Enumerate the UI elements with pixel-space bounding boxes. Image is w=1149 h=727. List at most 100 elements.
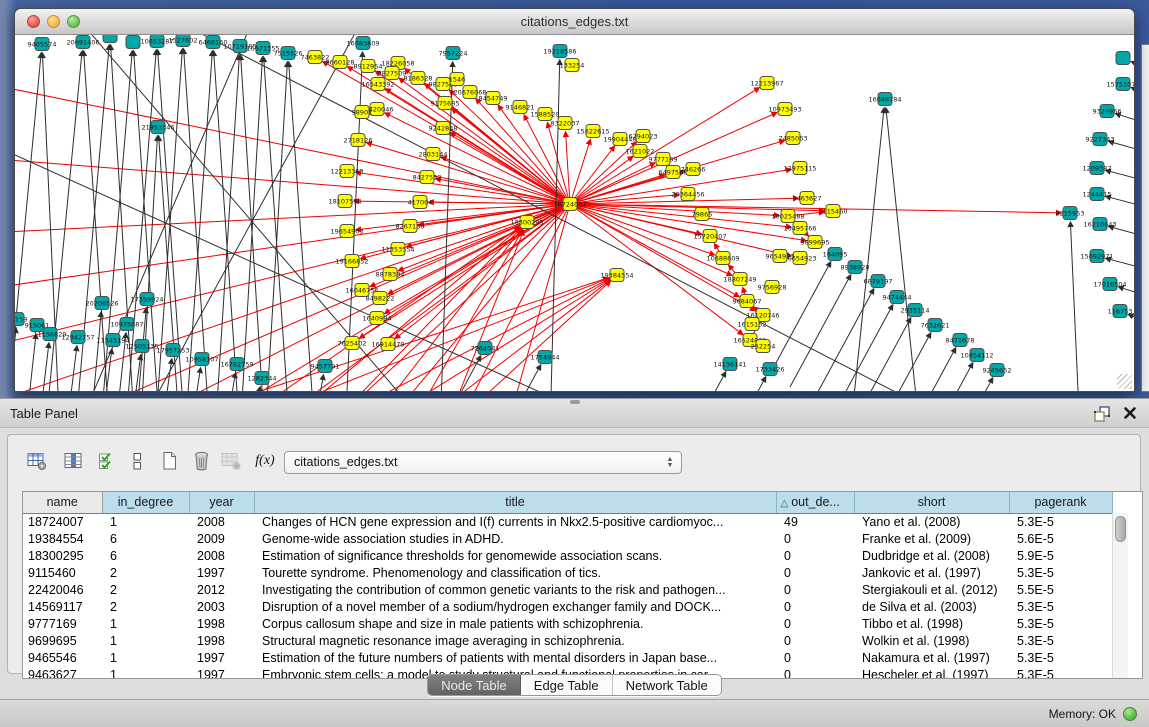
graph-node[interactable]: 10025488 <box>771 210 804 223</box>
graph-node[interactable]: 12505135 <box>125 340 158 353</box>
graph-node[interactable]: 20691406 <box>66 36 99 49</box>
graph-node[interactable]: 9242848 <box>429 122 458 135</box>
graph-node[interactable]: 79865 <box>692 208 713 221</box>
graph-node[interactable]: 9463627 <box>793 192 822 205</box>
graph-node[interactable]: 15751074 <box>1106 78 1134 91</box>
graph-node[interactable]: 9474444 <box>883 291 912 304</box>
show-columns-icon[interactable] <box>58 447 88 475</box>
graph-node[interactable]: 9245652 <box>983 364 1012 377</box>
scrollbar-thumb[interactable] <box>1115 516 1126 542</box>
close-panel-icon[interactable] <box>1123 406 1137 420</box>
table-row[interactable]: 1830029562008Estimation of significance … <box>23 547 1112 564</box>
graph-node[interactable]: 10688609 <box>706 252 739 265</box>
graph-node[interactable]: 98901 <box>352 106 373 119</box>
graph-node[interactable]: 252254 <box>751 340 776 353</box>
graph-node[interactable]: 16543392 <box>361 78 394 91</box>
graph-node[interactable]: 9756928 <box>758 281 787 294</box>
tab-node-table[interactable]: Node Table <box>428 675 521 695</box>
tab-network-table[interactable]: Network Table <box>613 675 721 695</box>
graph-node[interactable]: 19166852 <box>335 255 368 268</box>
graph-node[interactable]: 1244415 <box>1083 188 1112 201</box>
graph-node[interactable]: 12213363 <box>330 165 363 178</box>
graph-node[interactable]: 7515526 <box>274 47 303 60</box>
table-row[interactable]: 946554611997Estimation of the future num… <box>23 649 1112 666</box>
graph-node[interactable]: 15692971 <box>1080 250 1113 263</box>
graph-node[interactable]: 1615152 <box>738 318 767 331</box>
graph-node[interactable]: 18107554 <box>328 195 361 208</box>
graph-node[interactable]: 19218586 <box>543 45 576 58</box>
graph-node[interactable]: 9899695 <box>801 236 830 249</box>
graph-node[interactable]: 1282344 <box>248 372 277 385</box>
column-header-year[interactable]: year <box>189 492 254 513</box>
graph-node[interactable]: 9684067 <box>733 295 762 308</box>
graph-node[interactable]: 15720407 <box>693 230 726 243</box>
graph-node[interactable]: 9227343 <box>1086 133 1115 146</box>
column-header-in-degree[interactable]: in_degree <box>102 492 189 513</box>
tab-edge-table[interactable]: Edge Table <box>521 675 613 695</box>
graph-node[interactable]: 116753 <box>1108 305 1133 318</box>
delete-column-icon[interactable] <box>186 447 216 475</box>
graph-node[interactable]: 2718126 <box>344 134 373 147</box>
graph-node[interactable]: 17016504 <box>1093 278 1126 291</box>
graph-node[interactable]: 10973493 <box>768 103 801 116</box>
graph-node[interactable]: 9115460 <box>819 205 848 218</box>
table-row[interactable]: 969969511998Structural magnetic resonanc… <box>23 632 1112 649</box>
graph-node[interactable]: 18807249 <box>723 273 756 286</box>
column-header-out-de[interactable]: △out_de... <box>776 492 854 513</box>
graph-node[interactable]: 16495766 <box>783 222 816 235</box>
graph-node[interactable]: 21953346 <box>141 121 174 134</box>
graph-node[interactable]: 8878334 <box>376 268 405 281</box>
graph-node[interactable]: 20364456 <box>671 188 704 201</box>
graph-node[interactable]: 8498222 <box>366 292 395 305</box>
select-all-rows-icon[interactable] <box>92 447 122 475</box>
graph-node[interactable]: 16083809 <box>346 37 379 50</box>
graph-node[interactable]: 16210643 <box>1083 218 1116 231</box>
graph-node[interactable]: 12213967 <box>750 77 783 90</box>
graph-node[interactable]: 7632621 <box>921 319 950 332</box>
graph-node[interactable]: 10854112 <box>960 349 993 362</box>
network-canvas[interactable]: 1872400718300295193845547463822966012889… <box>15 35 1134 391</box>
table-row[interactable]: 2242004622012Investigating the contribut… <box>23 581 1112 598</box>
clear-selection-icon[interactable] <box>122 447 152 475</box>
float-panel-icon[interactable] <box>1093 405 1111 423</box>
graph-node[interactable]: 8322037 <box>551 117 580 130</box>
graph-node[interactable]: 20206526 <box>85 297 118 310</box>
graph-node[interactable] <box>126 36 140 49</box>
graph-node[interactable]: 16782759 <box>220 358 253 371</box>
table-row[interactable]: 977716911998Corpus callosum shape and si… <box>23 615 1112 632</box>
graph-node[interactable]: 1546 <box>449 73 466 86</box>
function-builder-icon[interactable]: f(x) <box>250 447 280 475</box>
graph-node[interactable]: 12942757 <box>61 331 94 344</box>
graph-node[interactable]: 10975887 <box>110 318 143 331</box>
graph-node[interactable]: 11353554 <box>381 243 414 256</box>
window-resize-grip[interactable] <box>1117 374 1132 389</box>
graph-node[interactable]: 9457791 <box>311 360 340 373</box>
graph-node[interactable]: 16648784 <box>868 93 901 106</box>
graph-node[interactable]: 164095 <box>823 248 848 261</box>
network-window-titlebar[interactable]: citations_edges.txt <box>15 9 1134 35</box>
graph-node[interactable]: 9175685 <box>431 97 460 110</box>
graph-node[interactable]: 8471678 <box>946 334 975 347</box>
table-row[interactable]: 911546021997Tourette syndrome. Phenomeno… <box>23 564 1112 581</box>
graph-node[interactable]: 417004 <box>408 196 433 209</box>
graph-node[interactable]: 1209387 <box>1083 162 1112 175</box>
graph-node[interactable]: 7957224 <box>439 47 468 60</box>
column-header-pagerank[interactable]: pagerank <box>1009 492 1112 513</box>
create-column-icon[interactable] <box>154 447 184 475</box>
graph-node[interactable]: 2935114 <box>901 304 930 317</box>
table-row[interactable]: 1872400712008Changes of HCN gene express… <box>23 513 1112 530</box>
graph-node[interactable]: 1754944 <box>531 351 560 364</box>
column-header-name[interactable]: name <box>23 492 102 513</box>
graph-node[interactable]: 8215953 <box>1056 207 1085 220</box>
table-vertical-scrollbar[interactable] <box>1112 513 1128 678</box>
graph-node[interactable]: 8938928 <box>841 261 870 274</box>
column-header-title[interactable]: title <box>254 492 776 513</box>
graph-node[interactable]: 7625402 <box>338 337 367 350</box>
graph-node[interactable]: 9405574 <box>28 38 57 51</box>
graph-node[interactable]: 14136141 <box>713 358 746 371</box>
graph-node[interactable]: 1733426 <box>756 363 785 376</box>
graph-node[interactable]: 8267130 <box>396 220 425 233</box>
graph-node[interactable] <box>103 35 117 43</box>
graph-node[interactable]: 9329966 <box>1093 105 1122 118</box>
graph-node[interactable]: 7485063 <box>779 132 808 145</box>
